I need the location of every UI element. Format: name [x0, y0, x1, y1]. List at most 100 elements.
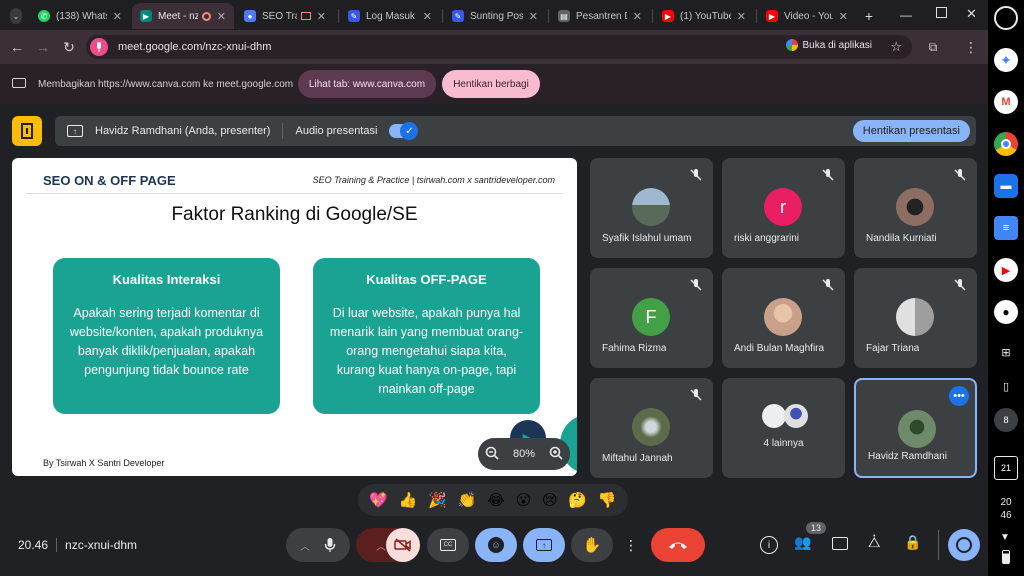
tab-youtube[interactable]: ▶ (1) YouTube ✕: [654, 3, 754, 29]
reaction-heart[interactable]: 💖: [369, 491, 388, 509]
system-clock[interactable]: 20 46: [988, 496, 1024, 522]
microphone-icon[interactable]: [324, 537, 336, 553]
participant-tile-self[interactable]: ••• Havidz Ramdhani: [854, 378, 977, 478]
tab-whatsapp[interactable]: ✆ (138) WhatsApp ✕: [30, 3, 130, 29]
calendar-date[interactable]: 21: [994, 456, 1018, 480]
meeting-code: nzc-xnui-dhm: [65, 538, 138, 552]
bookmark-star-icon[interactable]: ☆: [890, 39, 902, 55]
back-icon[interactable]: ←: [8, 38, 26, 56]
participant-tile[interactable]: Syafik Islahul umam: [590, 158, 713, 258]
tab-sunting-pos[interactable]: ✎ Sunting Pos ‹ Santri ✕: [444, 3, 546, 29]
more-options-icon[interactable]: •••: [949, 386, 969, 406]
close-icon[interactable]: ✕: [113, 10, 122, 23]
minimize-icon[interactable]: —: [900, 8, 912, 22]
leave-call-button[interactable]: [651, 528, 705, 562]
forward-icon[interactable]: →: [34, 38, 52, 56]
participant-name: Nandila Kurniati: [866, 233, 937, 244]
view-tab-button[interactable]: Lihat tab: www.canva.com: [298, 70, 436, 98]
reaction-sad[interactable]: 😢: [542, 491, 558, 509]
close-icon[interactable]: ✕: [737, 10, 746, 23]
clock-hour: 20: [1000, 497, 1012, 508]
chat-icon[interactable]: [832, 537, 848, 550]
tab-youtube-studio[interactable]: ▶ Video - YouTube Studio ✕: [758, 3, 856, 29]
zoom-out-icon[interactable]: [485, 446, 499, 463]
launcher-icon[interactable]: [994, 6, 1018, 30]
reaction-thinking[interactable]: 🤔: [568, 491, 587, 509]
close-window-icon[interactable]: ✕: [966, 6, 977, 22]
raise-hand-button[interactable]: ✋: [571, 528, 613, 562]
mic-control[interactable]: ︿: [286, 528, 350, 562]
emoji-reactions-button[interactable]: ☺: [475, 528, 517, 562]
phone-hub-icon[interactable]: ▯: [994, 374, 1018, 398]
tab-search-button[interactable]: ⌄: [2, 3, 30, 29]
open-in-app-button[interactable]: Buka di aplikasi: [785, 39, 872, 51]
close-icon[interactable]: ✕: [839, 10, 848, 23]
participant-name: Miftahul Jannah: [602, 453, 673, 464]
chevron-up-icon[interactable]: ︿: [376, 538, 386, 553]
slide-title: Faktor Ranking di Google/SE: [171, 204, 418, 225]
tab-log-masuk[interactable]: ✎ Log Masuk ‹ Santri ✕: [340, 3, 440, 29]
reaction-clap[interactable]: 👏: [458, 491, 477, 509]
reload-icon[interactable]: ↻: [60, 38, 78, 56]
meet-activities-icon[interactable]: [12, 116, 42, 146]
more-options-button[interactable]: ⋮: [619, 528, 643, 562]
gmail-icon[interactable]: M: [994, 90, 1018, 114]
reaction-thumbs-down[interactable]: 👎: [598, 491, 617, 509]
close-icon[interactable]: ✕: [217, 10, 226, 23]
captions-button[interactable]: CC: [427, 528, 469, 562]
stop-presentation-button[interactable]: Hentikan presentasi: [852, 120, 970, 142]
close-icon[interactable]: ✕: [317, 10, 326, 23]
chrome-icon[interactable]: [994, 132, 1018, 156]
reaction-party[interactable]: 🎉: [428, 491, 447, 509]
mic-off-icon: [954, 169, 966, 181]
camera-control[interactable]: ︿: [356, 528, 420, 562]
participant-tile[interactable]: F Fahima Rizma: [590, 268, 713, 368]
play-store-icon[interactable]: ●: [994, 300, 1018, 324]
people-icon[interactable]: 👥: [794, 534, 811, 551]
new-tab-button[interactable]: +: [858, 3, 880, 29]
audio-toggle[interactable]: ✓: [389, 122, 419, 140]
close-icon[interactable]: ✕: [423, 10, 432, 23]
chevron-up-icon[interactable]: ︿: [300, 538, 310, 553]
participant-tile[interactable]: Nandila Kurniati: [854, 158, 977, 258]
close-icon[interactable]: ✕: [633, 10, 642, 23]
reaction-laugh[interactable]: 😂: [487, 491, 505, 509]
youtube-icon[interactable]: ▶: [994, 258, 1018, 282]
extensions-icon[interactable]: ⧉: [924, 38, 942, 56]
activities-icon[interactable]: ⧊: [868, 534, 881, 551]
files-icon[interactable]: ▬: [994, 174, 1018, 198]
notification-badge[interactable]: 8: [994, 408, 1018, 432]
zoom-in-icon[interactable]: [549, 446, 563, 463]
stop-sharing-button[interactable]: Hentikan berbagi: [442, 70, 540, 98]
page-icon: ▤: [558, 10, 570, 22]
close-icon[interactable]: ✕: [529, 10, 538, 23]
tab-meet[interactable]: ▶ Meet - nzc-xnui-dhm ✕: [132, 3, 234, 29]
timer-button[interactable]: [948, 529, 980, 561]
docs-icon[interactable]: ≡: [994, 216, 1018, 240]
reaction-surprised[interactable]: 😮: [516, 491, 532, 509]
participant-tile[interactable]: Andi Bulan Maghfira: [722, 268, 845, 368]
maximize-icon[interactable]: [936, 7, 947, 18]
meeting-details-icon[interactable]: i: [760, 536, 778, 554]
screen-share-icon: [12, 78, 26, 88]
address-bar[interactable]: meet.google.com/nzc-xnui-dhm Buka di apl…: [86, 35, 912, 59]
host-controls-lock-icon[interactable]: 🔒: [904, 534, 921, 551]
slide-divider: [26, 193, 563, 194]
menu-kebab-icon[interactable]: ⋮: [962, 38, 980, 56]
tab-pesantren[interactable]: ▤ Pesantren Developer ✕: [550, 3, 650, 29]
mic-off-icon: [690, 169, 702, 181]
participant-tile[interactable]: Miftahul Jannah: [590, 378, 713, 478]
slide-header-right: SEO Training & Practice | tsirwah.com x …: [312, 175, 555, 185]
gemini-icon[interactable]: ✦: [994, 48, 1018, 72]
presenter-name: Havidz Ramdhani (Anda, presenter): [95, 125, 271, 137]
people-count-badge: 13: [806, 522, 827, 534]
tab-canva[interactable]: ● SEO Training & Practice ✕: [236, 3, 334, 29]
participant-tile[interactable]: r riski anggrarini: [722, 158, 845, 258]
participant-tile-others[interactable]: 4 lainnya: [722, 378, 845, 478]
participant-tile[interactable]: Fajar Triana: [854, 268, 977, 368]
camera-off-icon[interactable]: [386, 528, 420, 562]
reaction-thumbs-up[interactable]: 👍: [399, 491, 418, 509]
menu-kebab-icon: ⋮: [624, 536, 638, 553]
present-now-button[interactable]: ↑: [523, 528, 565, 562]
screen-capture-icon[interactable]: ⊞: [994, 340, 1018, 364]
